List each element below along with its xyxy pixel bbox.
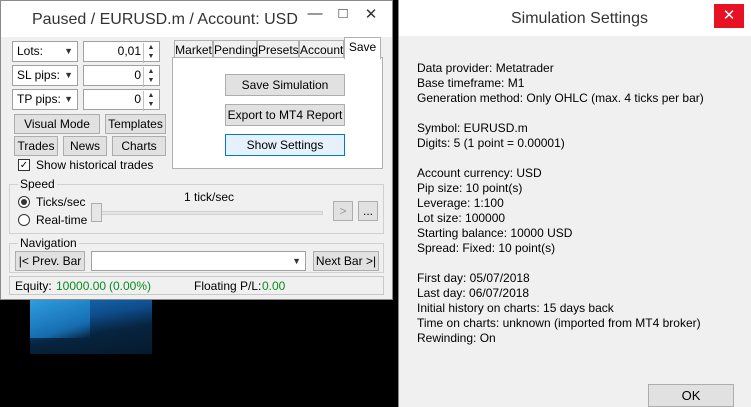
floating-pl-label: Floating P/L: xyxy=(194,279,262,293)
charts-button[interactable]: Charts xyxy=(112,136,166,156)
equity-label: Equity: xyxy=(15,279,52,293)
tab-account[interactable]: Account xyxy=(299,40,344,58)
close-button[interactable]: ✕ xyxy=(357,5,385,29)
settings-line: Rewinding: On xyxy=(417,331,496,345)
lots-dropdown[interactable]: Lots: ▼ xyxy=(12,41,78,62)
navigation-group-label: Navigation xyxy=(18,236,79,250)
tp-label: TP pips: xyxy=(17,92,61,106)
speed-slider-thumb[interactable] xyxy=(91,203,102,222)
settings-title-bar: Simulation Settings xyxy=(399,0,751,36)
settings-line: Last day: 06/07/2018 xyxy=(417,286,530,300)
tp-stepper[interactable]: ▲ ▼ xyxy=(143,91,158,111)
settings-line: Base timeframe: M1 xyxy=(417,76,525,90)
settings-line: Leverage: 1:100 xyxy=(417,196,504,210)
sl-label: SL pips: xyxy=(17,68,60,82)
settings-line: Initial history on charts: 15 days back xyxy=(417,301,614,315)
lots-label: Lots: xyxy=(17,44,44,58)
lots-input[interactable]: 0,01 ▲ ▼ xyxy=(83,41,160,63)
maximize-button[interactable]: □ xyxy=(329,5,357,22)
tab-market[interactable]: Market xyxy=(174,40,213,58)
tp-value: 0 xyxy=(134,92,141,106)
settings-line: Digits: 5 (1 point = 0.00001) xyxy=(417,136,565,150)
window-title: Paused / EURUSD.m / Account: USD xyxy=(32,11,298,28)
tab-presets[interactable]: Presets xyxy=(257,40,299,58)
news-button[interactable]: News xyxy=(63,136,107,156)
sl-stepper[interactable]: ▲ ▼ xyxy=(143,67,158,87)
visual-mode-button[interactable]: Visual Mode xyxy=(14,114,100,134)
settings-line: Starting balance: 10000 USD xyxy=(417,226,573,240)
settings-line: Pip size: 10 point(s) xyxy=(417,181,523,195)
chevron-down-icon: ▼ xyxy=(64,70,73,80)
chevron-down-icon: ▼ xyxy=(64,46,73,56)
tp-input[interactable]: 0 ▲ ▼ xyxy=(83,89,160,111)
chevron-down-icon: ▼ xyxy=(292,256,301,266)
trades-button[interactable]: Trades xyxy=(14,136,58,156)
speed-slider-track[interactable] xyxy=(96,211,323,215)
speed-group-label: Speed xyxy=(18,177,57,191)
save-simulation-button[interactable]: Save Simulation xyxy=(225,74,345,96)
chevron-down-icon: ▼ xyxy=(64,94,73,104)
prev-bar-button[interactable]: |< Prev. Bar xyxy=(15,251,85,271)
templates-button[interactable]: Templates xyxy=(105,114,166,134)
equity-value: 10000.00 xyxy=(56,279,107,293)
lots-stepper[interactable]: ▲ ▼ xyxy=(143,43,158,63)
settings-line: Time on charts: unknown (imported from M… xyxy=(417,316,701,330)
bar-select[interactable]: ▼ xyxy=(91,251,306,271)
settings-line: Data provider: Metatrader xyxy=(417,61,554,75)
floating-pl-value: 0.00 xyxy=(262,279,286,293)
equity-percent: (0.00%) xyxy=(109,279,152,293)
speed-rate-label: 1 tick/sec xyxy=(184,190,235,204)
chart-highlight xyxy=(30,300,90,338)
ticks-per-sec-radio[interactable] xyxy=(18,196,30,208)
minimize-button[interactable]: — xyxy=(301,5,329,22)
settings-line: Account currency: USD xyxy=(417,166,542,180)
play-button[interactable]: > xyxy=(333,201,353,221)
ok-button[interactable]: OK xyxy=(648,384,734,407)
settings-line: Symbol: EURUSD.m xyxy=(417,121,528,135)
sl-input[interactable]: 0 ▲ ▼ xyxy=(83,65,160,87)
tab-pending[interactable]: Pending xyxy=(213,40,258,58)
settings-title: Simulation Settings xyxy=(511,10,648,27)
settings-line: Generation method: Only OHLC (max. 4 tic… xyxy=(417,91,704,105)
settings-close-button[interactable]: ✕ xyxy=(714,4,744,28)
realtime-label: Real-time xyxy=(36,213,88,227)
ticks-per-sec-label: Ticks/sec xyxy=(36,195,86,209)
sl-dropdown[interactable]: SL pips: ▼ xyxy=(12,65,78,86)
sl-value: 0 xyxy=(134,68,141,82)
settings-line: Spread: Fixed: 10 point(s) xyxy=(417,241,556,255)
speed-options-button[interactable]: ... xyxy=(358,201,378,221)
next-bar-button[interactable]: Next Bar >| xyxy=(313,251,379,271)
show-settings-button[interactable]: Show Settings xyxy=(225,134,345,156)
realtime-radio[interactable] xyxy=(18,214,30,226)
show-historical-checkbox[interactable]: ✓ xyxy=(18,159,30,171)
lots-value: 0,01 xyxy=(117,44,141,58)
tab-save[interactable]: Save xyxy=(344,37,381,59)
title-bar: Paused / EURUSD.m / Account: USD — □ ✕ xyxy=(1,1,392,37)
show-historical-label: Show historical trades xyxy=(36,158,154,172)
settings-line: Lot size: 100000 xyxy=(417,211,506,225)
export-mt4-report-button[interactable]: Export to MT4 Report xyxy=(225,104,345,126)
tp-dropdown[interactable]: TP pips: ▼ xyxy=(12,89,78,110)
status-bar: Equity: 10000.00 (0.00%) Floating P/L: 0… xyxy=(9,276,384,295)
settings-line: First day: 05/07/2018 xyxy=(417,271,530,285)
